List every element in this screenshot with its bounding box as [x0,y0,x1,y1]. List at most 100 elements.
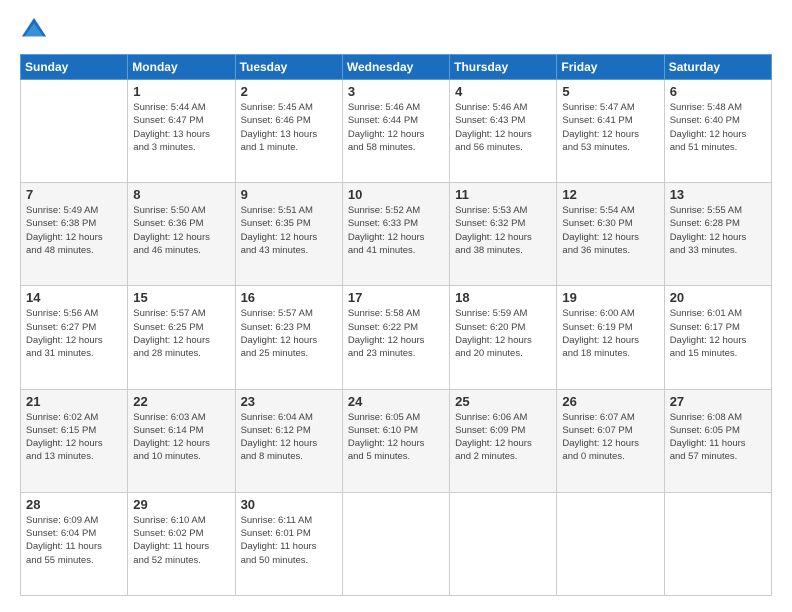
calendar-cell: 2Sunrise: 5:45 AMSunset: 6:46 PMDaylight… [235,80,342,183]
calendar-cell: 16 Sunrise: 5:57 AMSunset: 6:23 PMDayligh… [235,286,342,389]
calendar-cell: 4 Sunrise: 5:46 AMSunset: 6:43 PMDaylight… [450,80,557,183]
calendar-cell: 10Sunrise: 5:52 AMSunset: 6:33 PMDayligh… [342,183,449,286]
day-number: 4 [455,84,551,99]
day-number: 15 [133,290,229,305]
calendar-cell: 29 Sunrise: 6:10 AMSunset: 6:02 PMDayligh… [128,492,235,595]
calendar-cell: 8 Sunrise: 5:50 AMSunset: 6:36 PMDaylight… [128,183,235,286]
day-number: 14 [26,290,122,305]
weekday-header-saturday: Saturday [664,55,771,80]
calendar-cell: 13 Sunrise: 5:55 AMSunset: 6:28 PMDayligh… [664,183,771,286]
day-info: Sunrise: 5:49 AMSunset: 6:38 PMDaylight:… [26,204,122,257]
day-info: Sunrise: 6:11 AMSunset: 6:01 PMDaylight:… [241,514,337,567]
day-number: 30 [241,497,337,512]
day-info: Sunrise: 6:05 AMSunset: 6:10 PMDaylight:… [348,411,444,464]
weekday-header-row: SundayMondayTuesdayWednesdayThursdayFrid… [21,55,772,80]
day-info: Sunrise: 5:48 AMSunset: 6:40 PMDaylight:… [670,101,766,154]
day-number: 1 [133,84,229,99]
day-number: 23 [241,394,337,409]
header [20,16,772,44]
calendar-cell: 27 Sunrise: 6:08 AMSunset: 6:05 PMDayligh… [664,389,771,492]
calendar-table: SundayMondayTuesdayWednesdayThursdayFrid… [20,54,772,596]
day-number: 26 [562,394,658,409]
day-number: 7 [26,187,122,202]
calendar-cell: 28 Sunrise: 6:09 AMSunset: 6:04 PMDayligh… [21,492,128,595]
calendar-cell: 17 Sunrise: 5:58 AMSunset: 6:22 PMDayligh… [342,286,449,389]
day-info: Sunrise: 5:55 AMSunset: 6:28 PMDaylight:… [670,204,766,257]
calendar-cell: 21 Sunrise: 6:02 AMSunset: 6:15 PMDayligh… [21,389,128,492]
day-number: 17 [348,290,444,305]
weekday-header-sunday: Sunday [21,55,128,80]
day-number: 28 [26,497,122,512]
day-number: 13 [670,187,766,202]
calendar-week-3: 21 Sunrise: 6:02 AMSunset: 6:15 PMDayligh… [21,389,772,492]
day-number: 25 [455,394,551,409]
calendar-cell: 7 Sunrise: 5:49 AMSunset: 6:38 PMDaylight… [21,183,128,286]
calendar-cell: 23 Sunrise: 6:04 AMSunset: 6:12 PMDayligh… [235,389,342,492]
calendar-week-1: 7 Sunrise: 5:49 AMSunset: 6:38 PMDaylight… [21,183,772,286]
calendar-cell: 20Sunrise: 6:01 AMSunset: 6:17 PMDayligh… [664,286,771,389]
calendar-cell: 25 Sunrise: 6:06 AMSunset: 6:09 PMDayligh… [450,389,557,492]
day-number: 9 [241,187,337,202]
day-info: Sunrise: 5:57 AMSunset: 6:25 PMDaylight:… [133,307,229,360]
calendar-cell: 5Sunrise: 5:47 AMSunset: 6:41 PMDaylight… [557,80,664,183]
day-info: Sunrise: 5:46 AMSunset: 6:43 PMDaylight:… [455,101,551,154]
calendar-cell: 11Sunrise: 5:53 AMSunset: 6:32 PMDayligh… [450,183,557,286]
calendar-cell [342,492,449,595]
calendar-page: SundayMondayTuesdayWednesdayThursdayFrid… [0,0,792,612]
calendar-cell [557,492,664,595]
day-info: Sunrise: 5:52 AMSunset: 6:33 PMDaylight:… [348,204,444,257]
day-info: Sunrise: 6:06 AMSunset: 6:09 PMDaylight:… [455,411,551,464]
day-info: Sunrise: 6:07 AMSunset: 6:07 PMDaylight:… [562,411,658,464]
day-info: Sunrise: 6:03 AMSunset: 6:14 PMDaylight:… [133,411,229,464]
calendar-cell [664,492,771,595]
calendar-cell: 26 Sunrise: 6:07 AMSunset: 6:07 PMDayligh… [557,389,664,492]
day-info: Sunrise: 5:51 AMSunset: 6:35 PMDaylight:… [241,204,337,257]
day-info: Sunrise: 5:57 AMSunset: 6:23 PMDaylight:… [241,307,337,360]
day-number: 29 [133,497,229,512]
day-number: 6 [670,84,766,99]
day-number: 16 [241,290,337,305]
calendar-cell: 6 Sunrise: 5:48 AMSunset: 6:40 PMDaylight… [664,80,771,183]
calendar-cell [450,492,557,595]
day-number: 5 [562,84,658,99]
weekday-header-monday: Monday [128,55,235,80]
day-info: Sunrise: 6:10 AMSunset: 6:02 PMDaylight:… [133,514,229,567]
day-number: 27 [670,394,766,409]
day-info: Sunrise: 5:58 AMSunset: 6:22 PMDaylight:… [348,307,444,360]
day-number: 12 [562,187,658,202]
calendar-cell: 12 Sunrise: 5:54 AMSunset: 6:30 PMDayligh… [557,183,664,286]
calendar-cell [21,80,128,183]
calendar-cell: 14Sunrise: 5:56 AMSunset: 6:27 PMDayligh… [21,286,128,389]
day-info: Sunrise: 5:53 AMSunset: 6:32 PMDaylight:… [455,204,551,257]
day-number: 21 [26,394,122,409]
day-info: Sunrise: 5:44 AMSunset: 6:47 PMDaylight:… [133,101,229,154]
day-info: Sunrise: 5:54 AMSunset: 6:30 PMDaylight:… [562,204,658,257]
day-number: 8 [133,187,229,202]
day-info: Sunrise: 6:04 AMSunset: 6:12 PMDaylight:… [241,411,337,464]
weekday-header-wednesday: Wednesday [342,55,449,80]
calendar-cell: 24 Sunrise: 6:05 AMSunset: 6:10 PMDayligh… [342,389,449,492]
day-number: 19 [562,290,658,305]
day-info: Sunrise: 6:02 AMSunset: 6:15 PMDaylight:… [26,411,122,464]
day-info: Sunrise: 5:59 AMSunset: 6:20 PMDaylight:… [455,307,551,360]
calendar-cell: 22Sunrise: 6:03 AMSunset: 6:14 PMDayligh… [128,389,235,492]
day-info: Sunrise: 6:08 AMSunset: 6:05 PMDaylight:… [670,411,766,464]
calendar-cell: 9 Sunrise: 5:51 AMSunset: 6:35 PMDaylight… [235,183,342,286]
weekday-header-friday: Friday [557,55,664,80]
weekday-header-thursday: Thursday [450,55,557,80]
calendar-cell: 18 Sunrise: 5:59 AMSunset: 6:20 PMDayligh… [450,286,557,389]
day-number: 24 [348,394,444,409]
day-info: Sunrise: 5:50 AMSunset: 6:36 PMDaylight:… [133,204,229,257]
day-number: 18 [455,290,551,305]
calendar-week-0: 1 Sunrise: 5:44 AMSunset: 6:47 PMDaylight… [21,80,772,183]
weekday-header-tuesday: Tuesday [235,55,342,80]
day-info: Sunrise: 6:01 AMSunset: 6:17 PMDaylight:… [670,307,766,360]
calendar-week-4: 28 Sunrise: 6:09 AMSunset: 6:04 PMDayligh… [21,492,772,595]
logo [20,16,50,44]
calendar-cell: 30 Sunrise: 6:11 AMSunset: 6:01 PMDayligh… [235,492,342,595]
day-number: 3 [348,84,444,99]
calendar-cell: 1 Sunrise: 5:44 AMSunset: 6:47 PMDaylight… [128,80,235,183]
calendar-cell: 15 Sunrise: 5:57 AMSunset: 6:25 PMDayligh… [128,286,235,389]
logo-icon [20,16,48,44]
day-info: Sunrise: 6:09 AMSunset: 6:04 PMDaylight:… [26,514,122,567]
